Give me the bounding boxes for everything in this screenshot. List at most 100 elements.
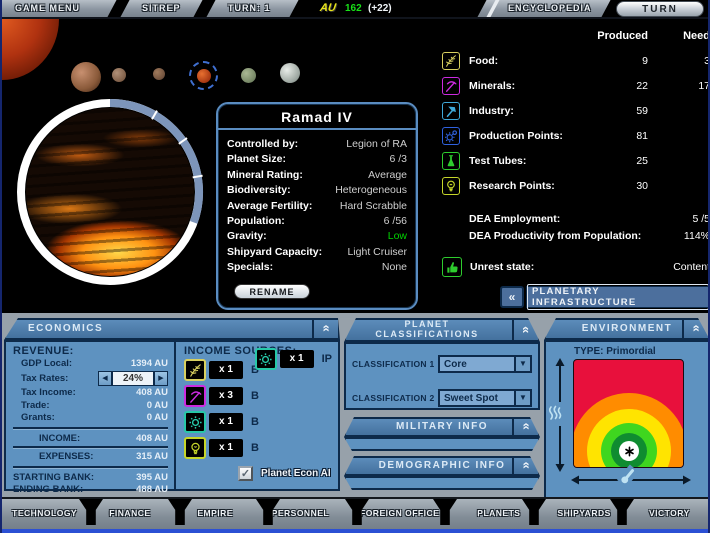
resources-panel: Produced Need Food: 9 3 Minerals: 22 17 … [442,30,710,279]
planet-info-panel: Ramad IV Controlled by:Legion of RA Plan… [216,102,418,310]
sitrep-button[interactable]: SITREP [142,0,181,17]
resource-row: Production Points: 81 [442,123,710,148]
divider [13,466,168,468]
unrest-row: Unrest state: Content [442,255,710,279]
income-source-row: x 1 B [184,435,338,461]
checkmark-icon: ✓ [241,468,250,480]
bottom-blue-strip [2,529,710,533]
system-planet-1[interactable] [71,62,101,92]
food-icon [184,359,206,381]
starting-bank-row: STARTING BANK:395 AU [13,471,168,484]
system-planet-2[interactable] [112,68,126,82]
minerals-icon [442,77,460,95]
research-bulb-icon [184,437,206,459]
production-points-icon [442,127,460,145]
top-bar: GAME MENU SITREP TURN: 1 AU 162 (+22) EN… [2,0,710,19]
economics-collapse-button[interactable]: « [312,320,338,338]
collapse-chevron-icon: « [317,325,335,334]
top-bar-slash [486,0,499,17]
game-screen: GAME MENU SITREP TURN: 1 AU 162 (+22) EN… [0,0,710,533]
system-planet-5[interactable] [241,68,256,83]
trade-row: Trade:0 AU [13,399,168,412]
environment-type: TYPE: Primordial [574,346,656,357]
planet-classifications-header: PLANET CLASSIFICATIONS « [344,318,540,342]
turn-counter: TURN: 1 [228,0,271,17]
tax-rates-row: Tax Rates: ◀ 24% ▶ [13,370,168,387]
planet-stat-row: Biodiversity:Heterogeneous [227,183,407,198]
planet-stat-row: Average Fertility:Hard Scrabble [227,199,407,214]
planet-stat-row: Shipyard Capacity:Light Cruiser [227,245,407,260]
planet-econ-ai-option: ✓ Planet Econ AI [238,466,331,481]
resource-row: Industry: 59 [442,98,710,123]
planet-stat-row: Specials:None [227,260,407,275]
collapse-chevron-icon: « [518,326,533,335]
minerals-icon [184,385,206,407]
encyclopedia-button[interactable]: ENCYCLOPEDIA [508,0,592,17]
system-planet-3[interactable] [153,68,165,80]
au-currency-icon: AU [319,2,337,14]
ending-bank-row: ENDING BANK:488 AU [13,484,168,497]
demographic-info-body [344,476,540,490]
resource-row: Research Points: 30 [442,173,710,198]
production-gear-icon [255,348,277,370]
rename-button[interactable]: RENAME [234,284,310,299]
system-planet-selected[interactable] [197,69,211,83]
economics-panel-body: REVENUE: GDP Local:1394 AU Tax Rates: ◀ … [4,340,340,491]
planet-classifications-body: CLASSIFICATION 1 Core ▼ CLASSIFICATION 2… [344,342,540,410]
planet-stat-row-gravity: Gravity:Low [227,229,407,244]
bottom-tab-bar: TECHNOLOGY FINANCE EMPIRE PERSONNEL FORE… [2,497,710,529]
classification-row: CLASSIFICATION 1 Core ▼ [352,351,532,377]
tab-technology[interactable]: TECHNOLOGY [2,499,87,529]
arrow-right-icon[interactable]: ▶ [154,371,168,386]
grants-row: Grants:0 AU [13,412,168,425]
classification-row: CLASSIFICATION 2 Sweet Spot ▼ [352,385,532,411]
resource-row: Food: 9 3 [442,48,710,73]
dropdown-arrow-icon: ▼ [514,391,530,405]
tax-income-row: Tax Income:408 AU [13,387,168,400]
divider [13,427,168,429]
collapse-chevron-icon: « [687,325,705,334]
classification-2-dropdown[interactable]: Sweet Spot ▼ [438,389,532,407]
military-info-header[interactable]: MILITARY INFO « [344,417,540,437]
treasury-value: 162 [345,3,362,14]
income-source-row: x 3 B [184,383,338,409]
planet-ring [14,96,206,288]
arrow-left-icon[interactable]: ◀ [98,371,112,386]
planetary-infrastructure-button[interactable]: « PLANETARY INFRASTRUCTURE [500,286,710,308]
tax-rate-spinner: ◀ 24% ▶ [98,371,168,386]
dropdown-arrow-icon: ▼ [514,357,530,371]
need-column-header: Need [648,30,710,48]
moisture-icon [547,402,563,426]
treasury-delta: (+22) [368,3,392,14]
industry-icon [442,102,460,120]
tab-victory[interactable]: VICTORY [627,499,710,529]
planet-stat-row: Planet Size:6 /3 [227,152,407,167]
environment-diagram [573,359,684,468]
income-row: INCOME:408 AU [13,432,168,445]
top-bar-divider [107,0,129,17]
food-icon [442,52,460,70]
collapse-chevron-icon: « [518,462,534,471]
demographic-info-header[interactable]: DEMOGRAPHIC INFO « [344,456,540,476]
game-menu-button[interactable]: GAME MENU [15,0,80,17]
dea-employment-row: DEA Employment: 5 /5 [442,210,710,227]
resources-header: Produced Need [442,30,710,48]
collapse-chevron-icon: « [518,423,534,432]
produced-column-header: Produced [588,30,648,48]
planet-econ-ai-checkbox[interactable]: ✓ [238,466,253,481]
gdp-row: GDP Local:1394 AU [13,357,168,370]
classification-1-dropdown[interactable]: Core ▼ [438,355,532,373]
end-turn-button[interactable]: TURN [616,1,704,17]
expenses-row: EXPENSES:315 AU [13,451,168,464]
star-icon [2,19,59,80]
tab-finance[interactable]: FINANCE [87,499,172,529]
system-planet-6[interactable] [280,63,300,83]
planet-name-title: Ramad IV [218,104,416,130]
resource-row: Minerals: 22 17 [442,73,710,98]
position-marker-icon [619,441,639,461]
top-bar-divider [193,0,215,17]
environment-panel-body: TYPE: Primordial [544,340,710,499]
revenue-label: REVENUE: [13,345,168,357]
research-points-icon [442,177,460,195]
tax-rate-value: 24% [112,371,154,386]
